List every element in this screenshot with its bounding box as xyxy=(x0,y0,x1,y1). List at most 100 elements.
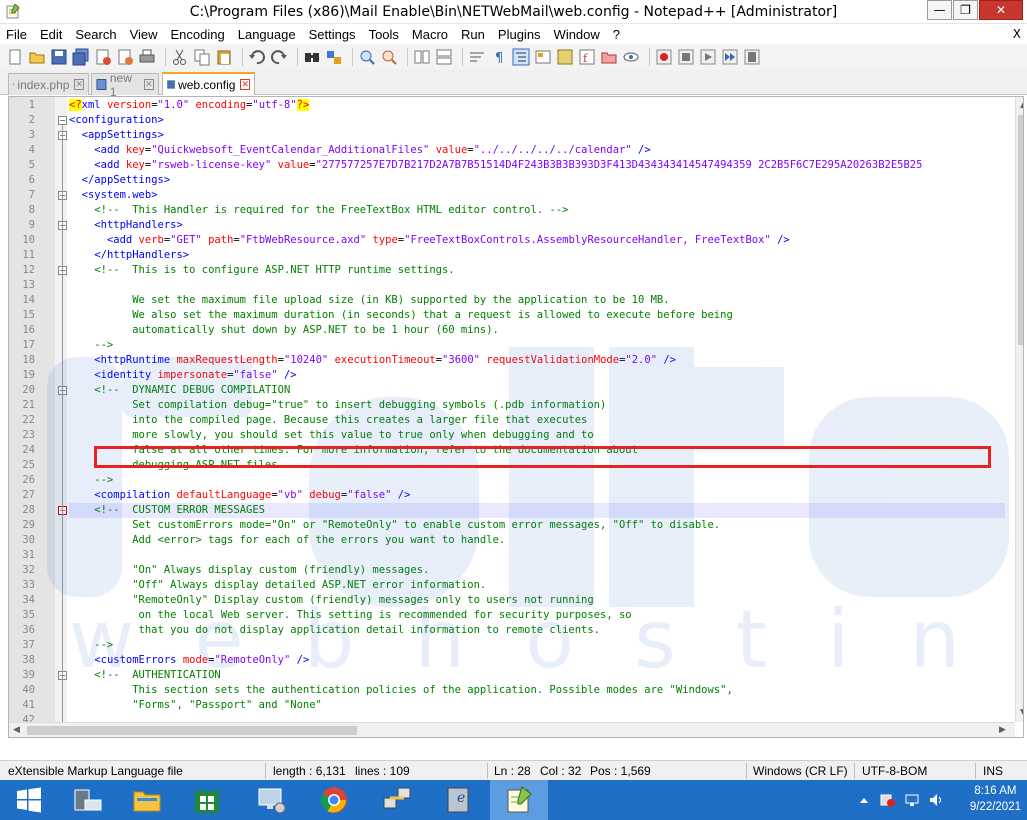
copy-icon[interactable] xyxy=(193,48,211,66)
menu-language[interactable]: Language xyxy=(238,27,296,42)
code-editor[interactable]: −−−−−−−− 1234567891011121314151617181920… xyxy=(8,96,1024,738)
close-document-button[interactable]: X xyxy=(1013,27,1021,41)
taskbar-file-explorer[interactable] xyxy=(118,780,176,820)
security-alert-icon[interactable] xyxy=(880,792,896,808)
open-file-icon[interactable] xyxy=(28,48,46,66)
print-icon[interactable] xyxy=(138,48,156,66)
network-icon[interactable] xyxy=(904,792,920,808)
start-button[interactable] xyxy=(0,780,58,820)
indent-guide-icon[interactable] xyxy=(512,48,530,66)
status-lines: lines : 109 xyxy=(355,764,410,778)
minimize-button[interactable]: — xyxy=(927,0,952,20)
tab-close-icon[interactable]: ✕ xyxy=(240,79,250,90)
show-hidden-icons-icon[interactable] xyxy=(856,792,872,808)
volume-icon[interactable] xyxy=(928,792,944,808)
menu-encoding[interactable]: Encoding xyxy=(171,27,225,42)
taskbar-remote-desktop[interactable] xyxy=(242,780,300,820)
toolbar-separator xyxy=(462,48,463,66)
menu-plugins[interactable]: Plugins xyxy=(498,27,541,42)
code-token: "On" Always display custom (friendly) me… xyxy=(69,564,430,576)
new-file-icon[interactable] xyxy=(6,48,24,66)
find-icon[interactable] xyxy=(303,48,321,66)
menu-search[interactable]: Search xyxy=(75,27,116,42)
word-wrap-icon[interactable] xyxy=(468,48,486,66)
file-icon xyxy=(96,79,107,90)
code-token: "RemoteOnly" xyxy=(214,654,291,666)
vertical-scrollbar[interactable]: ▲ ▼ xyxy=(1015,97,1023,722)
code-line: <!-- This is to configure ASP.NET HTTP r… xyxy=(69,263,454,278)
taskbar-mailenable[interactable]: e xyxy=(430,780,488,820)
tab-close-icon[interactable]: ✕ xyxy=(74,79,84,90)
code-line: Set customErrors mode="On" or "RemoteOnl… xyxy=(69,518,720,533)
sync-vertical-icon[interactable] xyxy=(413,48,431,66)
taskbar-notepad-plus-plus[interactable] xyxy=(490,780,548,820)
taskbar-clock[interactable]: 8:16 AM 9/22/2021 xyxy=(970,783,1021,815)
horizontal-scroll-thumb[interactable] xyxy=(27,726,357,735)
save-all-icon[interactable] xyxy=(72,48,90,66)
menu-view[interactable]: View xyxy=(130,27,158,42)
function-list-icon[interactable]: f xyxy=(578,48,596,66)
taskbar-network-tool[interactable] xyxy=(368,780,426,820)
zoom-in-icon[interactable] xyxy=(358,48,376,66)
menu-settings[interactable]: Settings xyxy=(309,27,356,42)
tab-close-icon[interactable]: ✕ xyxy=(143,79,154,90)
scroll-down-icon[interactable]: ▼ xyxy=(1020,708,1023,718)
save-icon[interactable] xyxy=(50,48,68,66)
status-encoding: UTF-8-BOM xyxy=(862,764,928,778)
show-all-characters-icon[interactable]: ¶ xyxy=(490,48,508,66)
menu-edit[interactable]: Edit xyxy=(40,27,62,42)
menu-run[interactable]: Run xyxy=(461,27,485,42)
vertical-scroll-thumb[interactable] xyxy=(1018,115,1023,345)
undo-icon[interactable] xyxy=(248,48,266,66)
code-token: requestValidationMode xyxy=(486,354,620,366)
tab-new-1[interactable]: new 1 ✕ xyxy=(91,71,159,99)
tab-index-php[interactable]: index.php ✕ xyxy=(8,73,89,95)
menu-file[interactable]: File xyxy=(6,27,27,42)
cut-icon[interactable] xyxy=(171,48,189,66)
code-token: /> xyxy=(663,354,676,366)
maximize-button[interactable]: ❐ xyxy=(953,0,978,20)
menu-help[interactable]: ? xyxy=(613,27,620,42)
run-macro-multiple-icon[interactable] xyxy=(721,48,739,66)
paste-icon[interactable] xyxy=(215,48,233,66)
code-token: --> xyxy=(69,474,114,486)
replace-icon[interactable] xyxy=(325,48,343,66)
menu-macro[interactable]: Macro xyxy=(412,27,448,42)
line-number: 19 xyxy=(22,369,35,381)
close-all-icon[interactable] xyxy=(116,48,134,66)
taskbar-server-manager[interactable] xyxy=(58,780,116,820)
line-number: 14 xyxy=(22,294,35,306)
close-file-icon[interactable] xyxy=(94,48,112,66)
scroll-up-icon[interactable]: ▲ xyxy=(1020,100,1023,110)
notepad-plus-plus-icon xyxy=(507,786,532,813)
tab-label: new 1 xyxy=(109,70,132,99)
fold-toggle-icon[interactable]: − xyxy=(58,116,67,125)
line-number: 4 xyxy=(28,144,35,156)
code-token: "Forms", "Passport" and "None" xyxy=(69,699,322,711)
close-button[interactable]: ✕ xyxy=(979,0,1023,20)
code-line: <add verb="GET" path="FtbWebResource.axd… xyxy=(69,233,790,248)
taskbar-chrome[interactable] xyxy=(305,780,363,820)
folder-workspace-icon[interactable] xyxy=(600,48,618,66)
line-number: 15 xyxy=(22,309,35,321)
sync-horizontal-icon[interactable] xyxy=(435,48,453,66)
play-macro-icon[interactable] xyxy=(699,48,717,66)
code-line: Add <error> tags for each of the errors … xyxy=(69,533,505,548)
scroll-right-icon[interactable]: ▶ xyxy=(999,725,1006,735)
tab-web-config[interactable]: web.config ✕ xyxy=(162,72,255,95)
menu-window[interactable]: Window xyxy=(554,27,600,42)
taskbar-store[interactable] xyxy=(178,780,236,820)
zoom-out-icon[interactable] xyxy=(380,48,398,66)
save-macro-icon[interactable] xyxy=(743,48,761,66)
monitoring-icon[interactable] xyxy=(622,48,640,66)
code-text-area[interactable]: <?xml version="1.0" encoding="utf-8"?> <c… xyxy=(67,97,1007,722)
code-token: --> xyxy=(69,339,114,351)
horizontal-scrollbar[interactable]: ◀ ▶ xyxy=(9,722,1015,737)
user-language-icon[interactable] xyxy=(534,48,552,66)
record-macro-icon[interactable] xyxy=(655,48,673,66)
redo-icon[interactable] xyxy=(270,48,288,66)
menu-tools[interactable]: Tools xyxy=(369,27,399,42)
stop-macro-icon[interactable] xyxy=(677,48,695,66)
scroll-left-icon[interactable]: ◀ xyxy=(13,725,20,735)
document-map-icon[interactable] xyxy=(556,48,574,66)
